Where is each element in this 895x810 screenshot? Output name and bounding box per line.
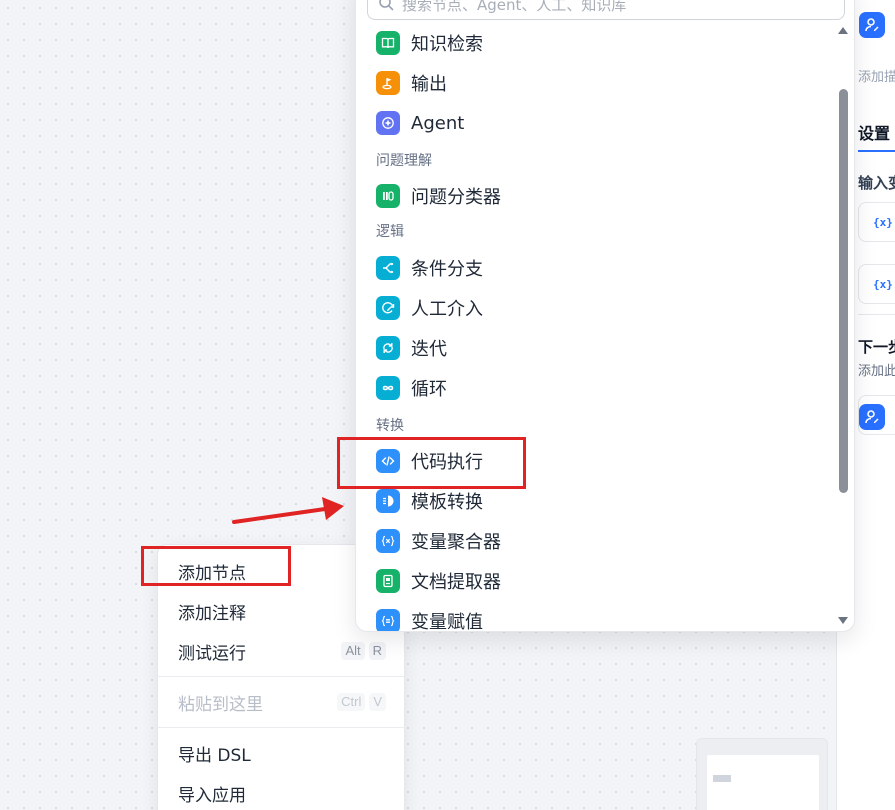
import-app-menu-item[interactable]: 导入应用 [158,773,406,810]
node-variable-assigner[interactable]: 变量赋值 [376,603,483,632]
minimap[interactable] [696,738,828,810]
shortcut-key: V [369,693,386,711]
user-edit-icon[interactable] [859,404,885,430]
node-iteration[interactable]: 迭代 [376,330,447,366]
export-dsl-menu-item[interactable]: 导出 DSL [158,733,406,773]
assign-icon [376,609,400,631]
next-step-heading: 下一步 [858,338,895,356]
scrollbar[interactable] [836,27,850,625]
human-icon [376,296,400,320]
search-box[interactable] [367,0,845,20]
variable-icon [376,529,400,553]
node-question-classifier[interactable]: 问题分类器 [376,178,501,214]
var-label: {x} query [873,215,895,229]
node-doc-extractor[interactable]: 文档提取器 [376,563,501,599]
menu-item-label: 导入应用 [178,785,246,806]
loop-icon [376,376,400,400]
iterate-icon [376,336,400,360]
tab-settings[interactable]: 设置 [858,120,890,144]
group-label-question: 问题理解 [376,153,432,169]
search-input[interactable] [402,0,844,14]
paste-here-menu-item[interactable]: 粘贴到这里 Ctrl V [158,682,406,722]
menu-divider [158,676,406,677]
input-var-row[interactable]: {x} query [858,202,895,242]
node-label: 人工介入 [411,299,483,320]
node-output[interactable]: 输出 [376,65,447,101]
classifier-icon [376,184,400,208]
menu-item-label: 粘贴到这里 [178,694,263,715]
node-agent[interactable]: Agent [376,105,464,141]
node-label: Agent [411,112,465,134]
group-label-logic: 逻辑 [376,224,404,240]
scroll-down-arrow-icon[interactable] [838,617,848,624]
node-label: 循环 [411,379,447,400]
annotation-arrow-icon [232,497,344,524]
shortcut-key: R [368,642,386,660]
node-human-input[interactable]: 人工介入 [376,290,483,326]
node-label: 文档提取器 [411,572,501,593]
shortcut: Alt R [341,642,386,660]
node-label: 知识检索 [411,34,483,55]
search-icon [378,0,394,15]
input-var-row[interactable]: {x} files [858,264,895,304]
template-icon [376,489,400,513]
node-label: 模板转换 [411,492,483,513]
node-variable-aggregator[interactable]: 变量聚合器 [376,523,501,559]
description-placeholder[interactable]: 添加描述... [858,66,895,85]
node-label: 变量聚合器 [411,532,501,553]
input-vars-heading: 输入变量 [858,174,895,192]
annotation-box-code-node [337,437,526,489]
next-step-hint: 添加此工作流中的下一个节点 [858,364,895,379]
doc-extract-icon [376,569,400,593]
node-label: 迭代 [411,339,447,360]
branch-icon [376,256,400,280]
tab-underline [858,150,895,152]
shortcut-key: Alt [341,642,365,660]
book-icon [376,31,400,55]
node-selector-panel: 知识检索 输出 Agent 问题理解 问题分类器 逻辑 条件分支 人工介入 [355,0,855,632]
scroll-up-arrow-icon[interactable] [838,27,848,34]
test-run-menu-item[interactable]: 测试运行 Alt R [158,631,406,671]
node-knowledge-retrieval[interactable]: 知识检索 [376,25,483,61]
agent-icon [376,111,400,135]
var-label: {x} files [873,277,895,291]
shortcut-key: Ctrl [337,693,366,711]
minimap-node [713,775,731,782]
node-label: 输出 [411,74,447,95]
menu-divider [158,727,406,728]
scrollbar-thumb[interactable] [839,89,848,493]
node-loop[interactable]: 循环 [376,370,447,406]
node-label: 变量赋值 [411,612,483,632]
annotation-box-add-node [141,546,291,586]
node-label: 问题分类器 [411,187,501,208]
divider [858,314,895,315]
menu-item-label: 测试运行 [178,643,246,664]
node-label: 条件分支 [411,259,483,280]
node-if-else[interactable]: 条件分支 [376,250,483,286]
menu-item-label: 导出 DSL [178,745,251,766]
flag-icon [376,71,400,95]
group-label-transform: 转换 [376,418,404,434]
minimap-viewport [707,755,819,810]
user-edit-icon[interactable] [859,12,885,38]
shortcut: Ctrl V [337,693,386,711]
